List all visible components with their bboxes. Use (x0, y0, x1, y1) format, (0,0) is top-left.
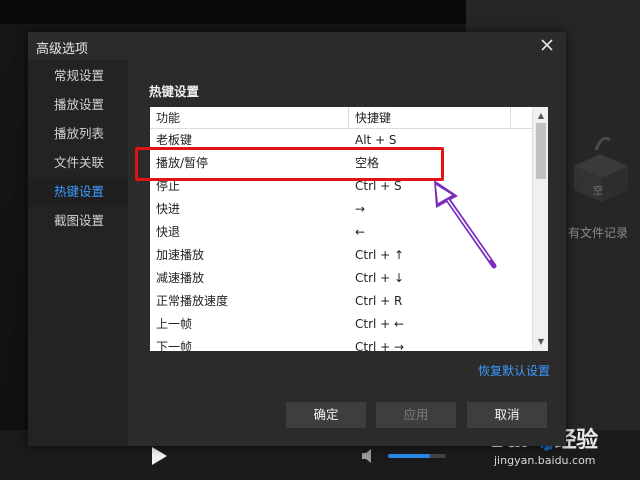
sidebar-item-screenshot[interactable]: 截图设置 (28, 207, 128, 235)
ok-button[interactable]: 确定 (286, 402, 366, 428)
table-header: 功能 快捷键 (150, 107, 532, 129)
hotkey-function-cell: 下一帧 (156, 340, 193, 351)
cancel-button[interactable]: 取消 (467, 402, 547, 428)
dialog-title: 高级选项 (36, 42, 89, 57)
hotkey-key-cell[interactable]: Ctrl + → (349, 336, 532, 351)
empty-box-label: 空 (593, 184, 603, 197)
hotkey-key-cell[interactable]: Ctrl + R (349, 290, 532, 313)
sidebar-item-file-association[interactable]: 文件关联 (28, 149, 128, 177)
close-icon[interactable] (538, 36, 556, 54)
empty-box-icon: 空 (574, 136, 628, 202)
table-row[interactable]: 正常播放速度 Ctrl + R (150, 290, 532, 313)
scroll-up-icon[interactable]: ▲ (533, 109, 548, 123)
hotkey-function-cell: 快进 (156, 202, 181, 216)
sidebar-item-hotkeys[interactable]: 热键设置 (28, 178, 128, 206)
column-header-function[interactable]: 功能 (150, 107, 349, 129)
annotation-arrow-icon (434, 180, 497, 269)
hotkey-key-cell[interactable]: Ctrl + ← (349, 313, 532, 336)
sidebar-item-general[interactable]: 常规设置 (28, 62, 128, 90)
player-top-bar (0, 0, 466, 24)
watermark-url: jingyan.baidu.com (494, 454, 596, 467)
volume-icon[interactable] (362, 448, 376, 464)
sidebar-item-playlist[interactable]: 播放列表 (28, 120, 128, 148)
hotkey-function-cell: 减速播放 (156, 271, 205, 285)
section-title: 热键设置 (149, 84, 200, 99)
apply-button[interactable]: 应用 (376, 402, 456, 428)
hotkey-function-cell: 加速播放 (156, 248, 205, 262)
table-scrollbar[interactable]: ▲ ▼ (532, 107, 548, 351)
volume-slider[interactable] (388, 454, 446, 458)
scrollbar-thumb[interactable] (536, 123, 546, 179)
scroll-down-icon[interactable]: ▼ (533, 335, 548, 349)
hotkey-function-cell: 快退 (156, 225, 181, 239)
empty-record-text: 有文件记录 (568, 226, 629, 240)
column-header-hotkey[interactable]: 快捷键 (349, 107, 511, 129)
hotkey-function-cell: 正常播放速度 (156, 294, 229, 308)
restore-defaults-link[interactable]: 恢复默认设置 (478, 362, 550, 379)
hotkey-function-cell: 上一帧 (156, 317, 193, 331)
table-row[interactable]: 上一帧 Ctrl + ← (150, 313, 532, 336)
highlight-box (135, 147, 444, 181)
settings-sidebar: 常规设置 播放设置 播放列表 文件关联 热键设置 截图设置 (28, 60, 128, 446)
play-icon[interactable] (150, 446, 168, 466)
volume-level (388, 454, 430, 458)
sidebar-item-playback[interactable]: 播放设置 (28, 91, 128, 119)
table-row[interactable]: 下一帧 Ctrl + → (150, 336, 532, 351)
